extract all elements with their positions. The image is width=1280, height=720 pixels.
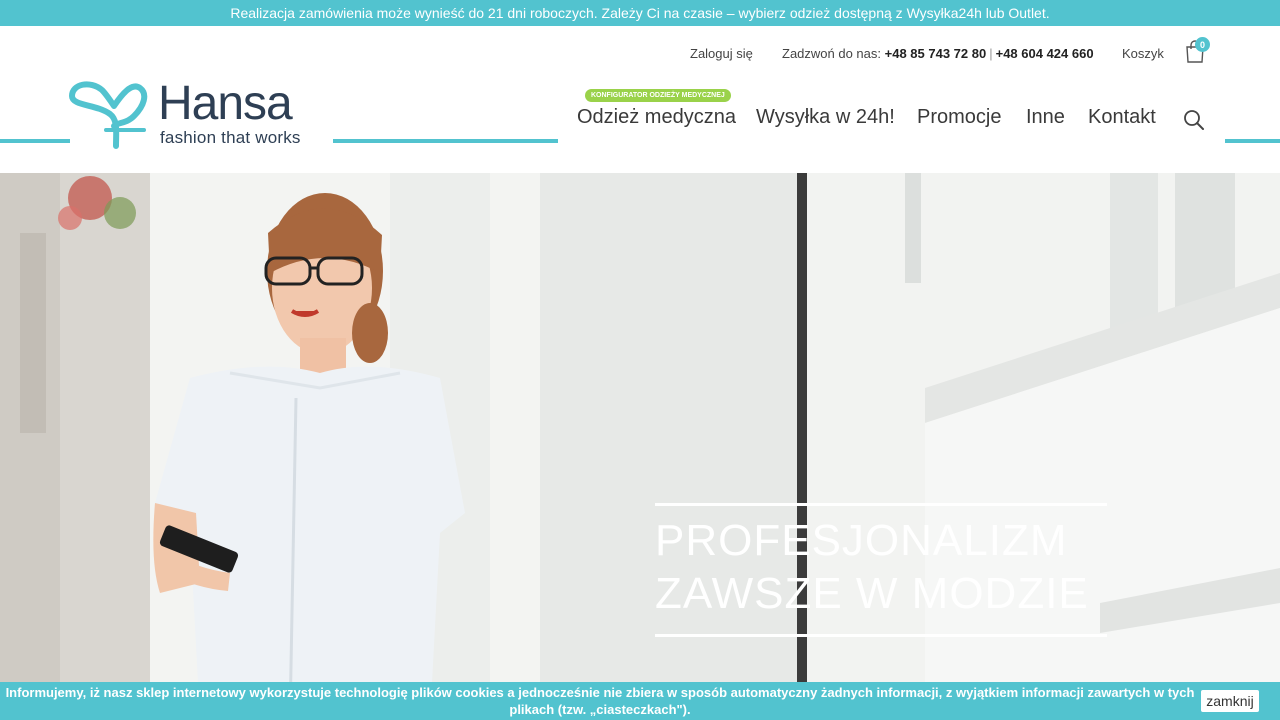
nav-item-shipping-24h[interactable]: Wysyłka w 24h!	[756, 106, 895, 129]
logo-wordmark: Hansa	[158, 77, 293, 130]
login-link[interactable]: Zaloguj się	[690, 46, 753, 61]
cookie-message-line-1: Informujemy, iż nasz sklep internetowy w…	[5, 685, 1195, 700]
cookie-message-line-2: plikach (tzw. „ciasteczkach").	[509, 702, 691, 717]
phone-info: Zadzwoń do nas: +48 85 743 72 80 | +48 604…	[782, 46, 1094, 61]
hero-background-image	[0, 173, 1280, 720]
nav-item-contact[interactable]: Kontakt	[1088, 106, 1156, 129]
heart-logo-icon	[69, 81, 148, 149]
nav-item-medical-clothing[interactable]: Odzież medyczna	[577, 106, 736, 129]
cookie-notice: Informujemy, iż nasz sklep internetowy w…	[0, 682, 1280, 720]
announcement-text: Realizacja zamówienia może wynieść do 21…	[230, 5, 1050, 21]
phone-label: Zadzwoń do nas:	[782, 46, 882, 61]
header-rule-left	[0, 139, 70, 143]
announcement-bar: Realizacja zamówienia może wynieść do 21…	[0, 0, 1280, 26]
cart-link[interactable]: Koszyk	[1122, 46, 1164, 61]
logo-tagline: fashion that works	[160, 128, 301, 147]
header-rule-right	[1225, 139, 1280, 143]
phone-number-2[interactable]: +48 604 424 660	[996, 46, 1094, 61]
hero-headline-box: PROFESJONALIZM ZAWSZE W MODZIE	[655, 503, 1107, 637]
phone-separator: |	[989, 46, 993, 61]
cookie-close-button[interactable]: zamknij	[1201, 690, 1259, 712]
configurator-badge[interactable]: KONFIGURATOR ODZIEŻY MEDYCZNEJ	[585, 89, 731, 102]
nav-item-other[interactable]: Inne	[1026, 106, 1065, 129]
hansa-logo[interactable]: Hansa fashion that works	[66, 76, 322, 152]
header-rule-mid	[333, 139, 558, 143]
search-icon[interactable]	[1183, 109, 1205, 131]
nav-item-promotions[interactable]: Promocje	[917, 106, 1001, 129]
hero-banner[interactable]: PROFESJONALIZM ZAWSZE W MODZIE	[0, 173, 1280, 720]
cookie-message: Informujemy, iż nasz sklep internetowy w…	[0, 684, 1200, 718]
hero-headline-line-2: ZAWSZE W MODZIE	[655, 569, 1089, 618]
phone-number-1[interactable]: +48 85 743 72 80	[885, 46, 987, 61]
utility-bar: Zaloguj się Zadzwoń do nas: +48 85 743 7…	[0, 37, 1280, 64]
hero-headline-line-1: PROFESJONALIZM	[655, 516, 1068, 565]
cart-count-badge: 0	[1195, 37, 1210, 52]
